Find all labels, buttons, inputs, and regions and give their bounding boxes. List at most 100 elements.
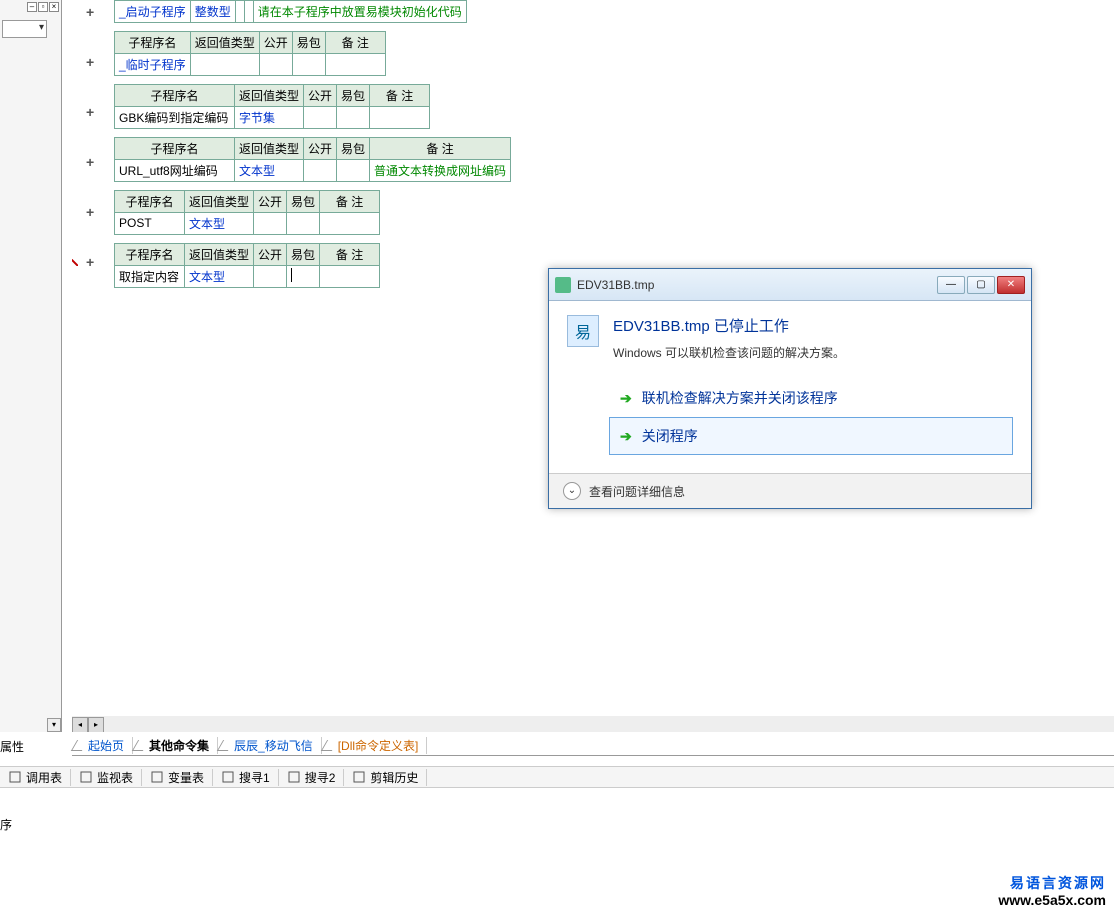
editor-tab[interactable]: 起始页	[72, 737, 133, 754]
error-dialog: EDV31BB.tmp — ▢ ✕ 易 EDV31BB.tmp 已停止工作 Wi…	[548, 268, 1032, 509]
properties-label: 属性	[0, 738, 24, 755]
sub-pkg-cell[interactable]	[337, 106, 370, 128]
watermark: 易语言资源网 www.e5a5x.com	[998, 875, 1106, 909]
editor-tab[interactable]: [Dll命令定义表]	[322, 737, 428, 754]
var-icon	[150, 770, 164, 784]
col-return: 返回值类型	[235, 84, 304, 106]
expand-icon[interactable]: +	[86, 4, 94, 20]
subroutine-header-row: 子程序名返回值类型公开易包备 注URL_utf8网址编码文本型普通文本转换成网址…	[114, 137, 511, 182]
subroutine-row[interactable]: GBK编码到指定编码字节集	[115, 106, 430, 128]
toolbar-item-find[interactable]: 搜寻1	[213, 769, 279, 786]
expand-icon[interactable]: +	[86, 254, 94, 270]
sub-remark-cell[interactable]: 普通文本转换成网址编码	[370, 159, 511, 181]
col-name: 子程序名	[115, 243, 185, 265]
col-public: 公开	[259, 31, 292, 53]
sub-public-cell[interactable]	[259, 53, 292, 75]
editor-tab[interactable]: 辰辰_移动飞信	[218, 737, 322, 754]
sub-return-cell[interactable]: 文本型	[185, 212, 254, 234]
arrow-icon: ➔	[620, 390, 632, 407]
col-public: 公开	[254, 190, 287, 212]
panel-min-icon[interactable]: –	[27, 2, 37, 12]
expand-icon[interactable]: +	[86, 154, 94, 170]
find-icon	[221, 770, 235, 784]
sub-pkg-cell[interactable]	[292, 53, 325, 75]
sub-return-cell[interactable]	[190, 53, 259, 75]
toolbar-label: 搜寻2	[305, 769, 336, 786]
left-panel: – ▫ × ▾	[0, 0, 62, 732]
horizontal-scrollbar[interactable]: ◂▸	[72, 716, 1114, 732]
maximize-button[interactable]: ▢	[967, 276, 995, 294]
col-pkg: 易包	[287, 243, 320, 265]
sub-name-cell[interactable]: GBK编码到指定编码	[115, 106, 235, 128]
toolbar-item-search[interactable]: 监视表	[71, 769, 142, 786]
col-return: 返回值类型	[185, 243, 254, 265]
sub-public-cell[interactable]	[254, 265, 287, 287]
col-name: 子程序名	[115, 31, 191, 53]
check-online-option[interactable]: ➔ 联机检查解决方案并关闭该程序	[609, 379, 1013, 417]
sub-pkg-cell[interactable]	[244, 0, 253, 22]
sub-remark-cell[interactable]	[320, 212, 380, 234]
panel-close-icon[interactable]: ×	[49, 2, 59, 12]
sub-return-cell[interactable]: 字节集	[235, 106, 304, 128]
sub-name-cell[interactable]: POST	[115, 212, 185, 234]
dialog-titlebar[interactable]: EDV31BB.tmp — ▢ ✕	[549, 269, 1031, 301]
clip-icon	[352, 770, 366, 784]
sub-public-cell[interactable]	[235, 0, 244, 22]
subroutine-row[interactable]: URL_utf8网址编码文本型 普通文本转换成网址编码	[115, 159, 511, 181]
close-button[interactable]: ✕	[997, 276, 1025, 294]
sub-public-cell[interactable]	[304, 159, 337, 181]
expand-icon[interactable]: +	[86, 104, 94, 120]
sub-remark-cell[interactable]: 请在本子程序中放置易模块初始化代码	[253, 0, 466, 22]
sub-return-cell[interactable]: 文本型	[185, 265, 254, 287]
sub-return-cell[interactable]: 整数型	[190, 0, 235, 22]
toolbar-item-find[interactable]: 搜寻2	[279, 769, 345, 786]
expand-icon[interactable]: +	[86, 54, 94, 70]
toolbar-item-clip[interactable]: 剪辑历史	[344, 769, 427, 786]
panel-pin-icon[interactable]: ▫	[38, 2, 48, 12]
toolbar-label: 剪辑历史	[370, 769, 418, 786]
details-label[interactable]: 查看问题详细信息	[589, 483, 685, 500]
subroutine-row[interactable]: POST文本型	[115, 212, 380, 234]
subroutine-row[interactable]: 取指定内容文本型	[115, 265, 380, 287]
sub-return-cell[interactable]: 文本型	[235, 159, 304, 181]
bottom-toolbar: 调用表监视表变量表搜寻1 搜寻2 剪辑历史	[0, 766, 1114, 788]
col-public: 公开	[254, 243, 287, 265]
col-public: 公开	[304, 84, 337, 106]
sub-remark-cell[interactable]	[325, 53, 385, 75]
sub-pkg-cell[interactable]	[287, 265, 320, 287]
col-name: 子程序名	[115, 137, 235, 159]
watermark-en: www.e5a5x.com	[998, 892, 1106, 909]
scroll-down-icon[interactable]: ▾	[47, 718, 61, 732]
col-name: 子程序名	[115, 84, 235, 106]
subroutine-row[interactable]: _临时子程序	[115, 53, 386, 75]
sub-name-cell[interactable]: 取指定内容	[115, 265, 185, 287]
sub-remark-cell[interactable]	[320, 265, 380, 287]
close-program-option[interactable]: ➔ 关闭程序	[609, 417, 1013, 455]
subroutine-header-row: _启动子程序整数型请在本子程序中放置易模块初始化代码	[114, 0, 467, 23]
sub-pkg-cell[interactable]	[287, 212, 320, 234]
cursor-marker-icon	[72, 254, 78, 266]
expand-icon[interactable]: +	[86, 204, 94, 220]
object-dropdown[interactable]	[2, 20, 47, 38]
subroutine-row[interactable]: _启动子程序整数型请在本子程序中放置易模块初始化代码	[115, 0, 467, 22]
sub-name-cell[interactable]: _临时子程序	[115, 53, 191, 75]
sub-public-cell[interactable]	[254, 212, 287, 234]
scroll-right-icon[interactable]: ▸	[88, 717, 104, 732]
sub-name-cell[interactable]: _启动子程序	[115, 0, 191, 22]
minimize-button[interactable]: —	[937, 276, 965, 294]
arrow-icon: ➔	[620, 428, 632, 445]
col-remark: 备 注	[320, 190, 380, 212]
toolbar-item-list[interactable]: 调用表	[0, 769, 71, 786]
subroutine-header-row: 子程序名返回值类型公开易包备 注_临时子程序	[114, 31, 386, 76]
col-return: 返回值类型	[185, 190, 254, 212]
expand-details-icon[interactable]: ⌄	[563, 482, 581, 500]
sub-name-cell[interactable]: URL_utf8网址编码	[115, 159, 235, 181]
scroll-left-icon[interactable]: ◂	[72, 717, 88, 732]
find-icon	[287, 770, 301, 784]
sub-remark-cell[interactable]	[370, 106, 430, 128]
sub-pkg-cell[interactable]	[337, 159, 370, 181]
toolbar-item-var[interactable]: 变量表	[142, 769, 213, 786]
sub-public-cell[interactable]	[304, 106, 337, 128]
col-pkg: 易包	[287, 190, 320, 212]
editor-tab[interactable]: 其他命令集	[133, 737, 218, 754]
